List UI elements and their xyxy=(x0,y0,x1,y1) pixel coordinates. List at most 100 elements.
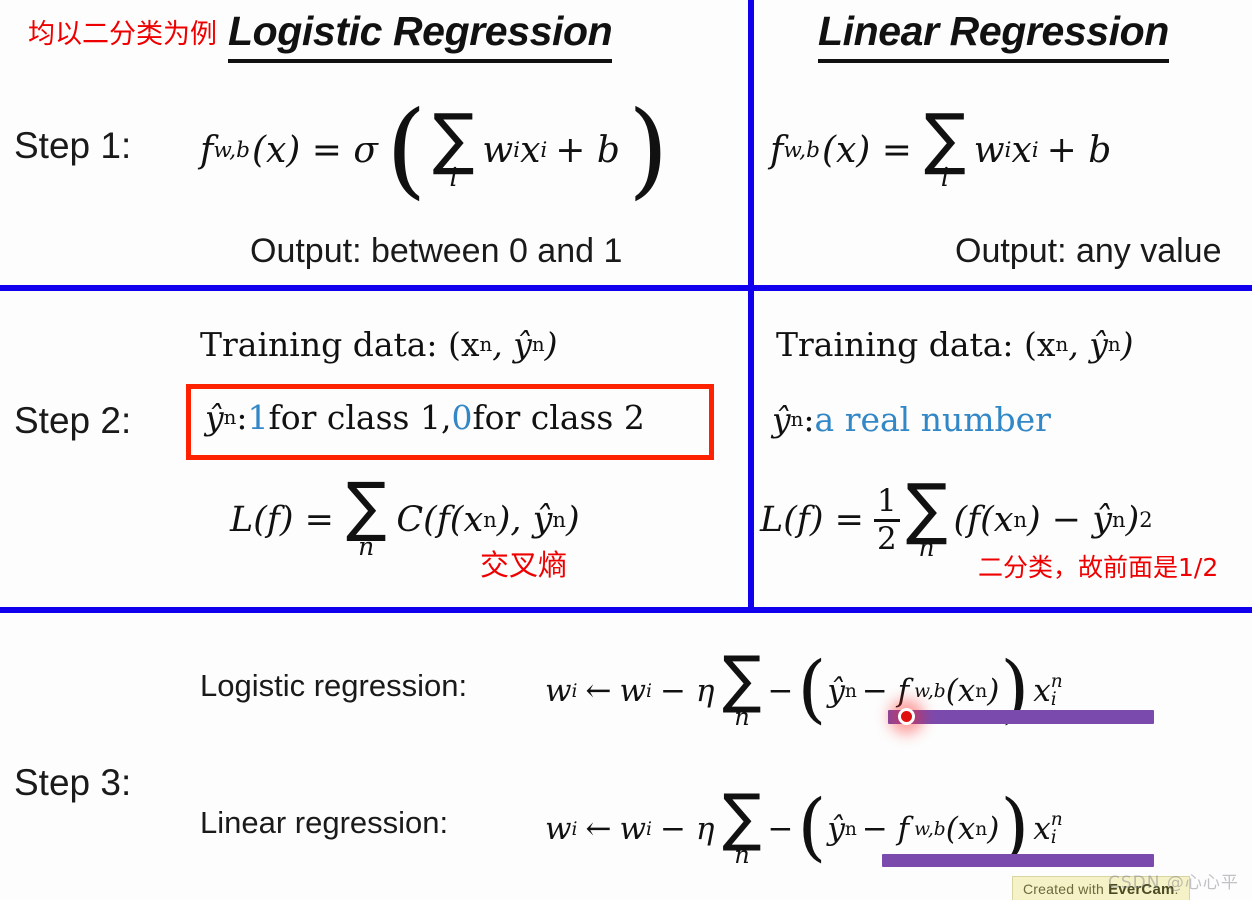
step3-row0-w: w xyxy=(545,673,572,710)
step1-right-xi: i xyxy=(1031,138,1039,164)
step2-right-training-end: ) xyxy=(1120,325,1134,364)
step2-right-summation: ∑ n xyxy=(905,469,948,560)
step1-left-fsub: w,b xyxy=(213,138,250,164)
step3-row1-yhat: ŷ xyxy=(827,811,845,848)
step1-left-x: x xyxy=(520,130,541,172)
step1-left-formula: f w,b (x) = σ ( ∑ i wixi + b ) xyxy=(200,87,669,210)
step2-left-loss-sup2: n xyxy=(552,507,566,532)
step2-right-loss-sup2: n xyxy=(1112,508,1126,533)
step1-right-plusb: + b xyxy=(1046,130,1112,172)
title-linear-regression-text: Linear Regression xyxy=(818,8,1169,63)
step1-right-x: x xyxy=(1011,130,1032,172)
step3-row1-wi: i xyxy=(571,818,578,840)
step3-row1-sum-glyph: ∑ xyxy=(722,780,762,854)
step3-row1-w: w xyxy=(545,811,572,848)
step1-left-summation: ∑ i xyxy=(432,99,475,192)
step3-row1-wi2: i xyxy=(646,818,652,840)
step1-label: Step 1: xyxy=(14,125,132,166)
annotation-half-coefficient: 二分类，故前面是1/2 xyxy=(978,553,1219,582)
step3-row0-w2: w xyxy=(619,673,647,710)
step2-left-class1-text: for class 1, xyxy=(268,398,452,437)
step2-right-training-data: Training data: (x n, ŷ n) xyxy=(776,325,1134,364)
step1-right-fsub: w,b xyxy=(783,138,820,164)
step3-row1-yhat-sup: n xyxy=(844,818,857,840)
step2-right-loss-lhs: L(f) = xyxy=(760,500,864,541)
step2-left-loss-end: ) xyxy=(565,499,580,540)
step2-right-frac-num: 1 xyxy=(876,482,897,519)
step1-left-plusb: + b xyxy=(555,130,620,172)
step2-left-sum-glyph: ∑ xyxy=(345,469,387,545)
annotation-cross-entropy: 交叉熵 xyxy=(480,548,568,582)
step2-right-loss-open: (f(x xyxy=(953,500,1014,541)
step3-row0-summation: ∑ n xyxy=(722,642,762,729)
evercam-prefix: Created with xyxy=(1023,881,1109,897)
step2-right-training-prefix: Training data: (x xyxy=(776,325,1056,364)
step3-row1-fx-close: ) xyxy=(987,811,1000,848)
step1-right-wi: i xyxy=(1004,138,1012,164)
step3-label: Step 3: xyxy=(14,762,132,803)
divider-vertical xyxy=(748,0,754,613)
step2-left-training-mid: , ŷ xyxy=(492,325,532,364)
step2-left-training-prefix: Training data: (x xyxy=(200,325,480,364)
step3-row1-purple-underline xyxy=(882,854,1154,867)
step3-row1-paren-open: ( xyxy=(797,784,827,871)
step3-row0-fx: (x xyxy=(945,673,976,710)
step3-row0-sum-glyph: ∑ xyxy=(722,642,762,716)
step2-right-training-sup1: n xyxy=(1055,333,1069,356)
step2-left-loss-lhs: L(f) = xyxy=(230,499,334,540)
step2-right-yhat: ŷ xyxy=(772,400,791,439)
step3-row0-wi2: i xyxy=(646,680,652,702)
step1-right-output: Output: any value xyxy=(955,232,1222,270)
step2-right-frac-den: 2 xyxy=(876,520,897,557)
divider-horizontal-2 xyxy=(0,607,1252,613)
step3-row0-fx-sup: n xyxy=(975,680,988,702)
step3-row1-tail-indices: ni xyxy=(1050,810,1063,849)
step3-row0-neg: − xyxy=(767,673,794,710)
step3-row1-summation: ∑ n xyxy=(722,780,762,867)
step3-row0-inner-minus: − f xyxy=(861,673,910,710)
step2-left-loss-c: C(f(x xyxy=(396,499,484,540)
step1-right-w: w xyxy=(973,130,1005,172)
step2-left-training-sup2: n xyxy=(531,333,545,356)
step2-right-loss-square: 2 xyxy=(1139,508,1153,533)
step1-right-formula: f w,b (x) = ∑ i wixi + b xyxy=(770,105,1112,192)
step3-row0-wi: i xyxy=(571,680,578,702)
step3-row0-purple-underline xyxy=(888,710,1154,724)
step3-row0-arrow: ← xyxy=(585,673,612,710)
step3-row0-tail-sub: i xyxy=(1050,689,1057,711)
step2-label: Step 2: xyxy=(14,400,132,441)
cursor-pointer[interactable] xyxy=(898,708,915,725)
step1-right-arg: (x) = xyxy=(821,130,912,172)
step3-row0-name: Logistic regression: xyxy=(200,668,468,703)
step3-row1-fx: (x xyxy=(945,811,976,848)
step2-left-training-end: ) xyxy=(544,325,558,364)
step3-row0-yhat-sup: n xyxy=(844,680,857,702)
step3-row1-w2: w xyxy=(619,811,647,848)
step2-left-training-sup1: n xyxy=(479,333,493,356)
step3-row1-tail-sub: i xyxy=(1050,827,1057,849)
step2-left-class2-text: for class 2 xyxy=(472,398,645,437)
step2-left-yhat: ŷ xyxy=(205,398,224,437)
title-logistic-regression: Logistic Regression xyxy=(228,8,613,63)
step2-left-loss-mid: ), ŷ xyxy=(496,499,553,540)
step1-left-wi: i xyxy=(513,138,521,164)
step1-left-xi: i xyxy=(540,138,548,164)
step1-left-sum-glyph: ∑ xyxy=(432,99,475,178)
step1-left-paren-close: ) xyxy=(627,87,669,210)
divider-horizontal-1 xyxy=(0,285,1252,291)
step2-right-label-definition: ŷn: a real number xyxy=(772,400,1051,439)
step1-right-f: f xyxy=(770,130,784,172)
step2-right-loss-minus: ) − ŷ xyxy=(1027,500,1113,541)
step2-right-loss-close: ) xyxy=(1125,500,1140,541)
step3-row0-fsub: w,b xyxy=(914,680,946,702)
step2-right-colon: : xyxy=(803,400,815,439)
step3-row0-tail-indices: ni xyxy=(1050,672,1063,711)
step3-row0-fx-close: ) xyxy=(987,673,1000,710)
step3-row1-name: Linear regression: xyxy=(200,805,449,840)
step2-right-sum-glyph: ∑ xyxy=(905,469,948,548)
step3-row1-arrow: ← xyxy=(585,811,612,848)
step1-left-arg: (x) = σ xyxy=(251,130,378,172)
step2-left-label-definition: ŷn: 1 for class 1, 0 for class 2 xyxy=(205,398,645,437)
step2-left-training-data: Training data: (x n, ŷ n) xyxy=(200,325,558,364)
step2-right-yhat-sup: n xyxy=(790,408,804,431)
